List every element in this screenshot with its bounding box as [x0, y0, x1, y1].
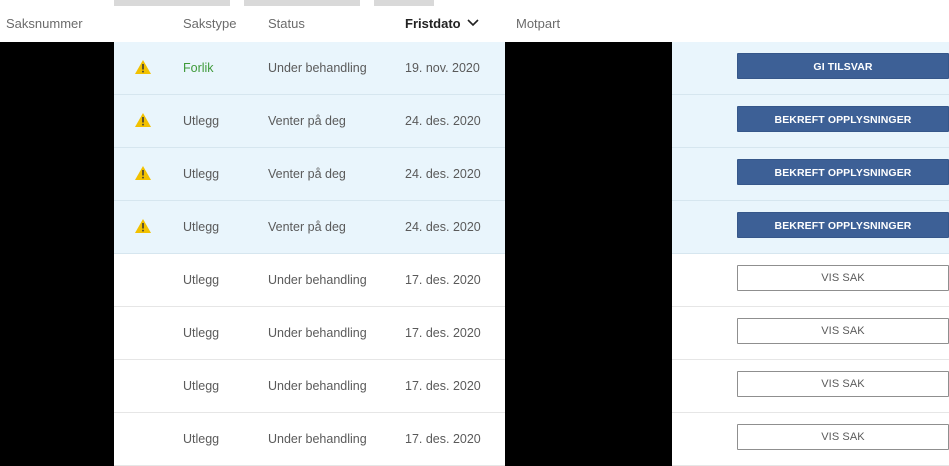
cell-fristdato: 24. des. 2020 — [405, 114, 481, 128]
redacted-motpart — [505, 201, 672, 254]
cell-fristdato: 24. des. 2020 — [405, 220, 481, 234]
cell-sakstype: Utlegg — [183, 432, 220, 446]
cell-fristdato: 17. des. 2020 — [405, 326, 481, 340]
redacted-saksnummer — [0, 148, 114, 201]
vis-sak-button[interactable]: VIS SAK — [737, 265, 949, 291]
redacted-saksnummer — [0, 42, 114, 95]
action-button[interactable]: BEKREFT OPPLYSNINGER — [737, 159, 949, 185]
case-table-body: Forlik Under behandling 19. nov. 2020 GI… — [0, 42, 949, 466]
column-header-fristdato-label: Fristdato — [405, 16, 461, 31]
cell-fristdato: 17. des. 2020 — [405, 432, 481, 446]
vis-sak-button[interactable]: VIS SAK — [737, 424, 949, 450]
vis-sak-button[interactable]: VIS SAK — [737, 371, 949, 397]
table-row[interactable]: Utlegg Under behandling 17. des. 2020 VI… — [0, 360, 949, 413]
cell-status: Under behandling — [268, 273, 367, 287]
cell-status: Under behandling — [268, 61, 367, 75]
action-button[interactable]: GI TILSVAR — [737, 53, 949, 79]
warning-triangle-icon — [135, 113, 151, 127]
cell-fristdato: 19. nov. 2020 — [405, 61, 480, 75]
column-header-sakstype[interactable]: Sakstype — [183, 16, 236, 31]
action-button[interactable]: BEKREFT OPPLYSNINGER — [737, 106, 949, 132]
table-row[interactable]: Utlegg Venter på deg 24. des. 2020 BEKRE… — [0, 148, 949, 201]
cell-fristdato: 17. des. 2020 — [405, 273, 481, 287]
table-row[interactable]: Utlegg Under behandling 17. des. 2020 VI… — [0, 307, 949, 360]
cell-status: Venter på deg — [268, 220, 346, 234]
column-header-saksnummer[interactable]: Saksnummer — [6, 16, 83, 31]
table-row[interactable]: Utlegg Under behandling 17. des. 2020 VI… — [0, 254, 949, 307]
cell-status: Under behandling — [268, 326, 367, 340]
cell-status: Venter på deg — [268, 114, 346, 128]
redacted-motpart — [505, 95, 672, 148]
cell-fristdato: 24. des. 2020 — [405, 167, 481, 181]
cell-fristdato: 17. des. 2020 — [405, 379, 481, 393]
cell-status: Under behandling — [268, 379, 367, 393]
redacted-motpart — [505, 413, 672, 466]
redacted-motpart — [505, 360, 672, 413]
chevron-down-icon — [467, 19, 479, 27]
column-header-fristdato[interactable]: Fristdato — [405, 16, 479, 31]
redacted-motpart — [505, 307, 672, 360]
table-row[interactable]: Forlik Under behandling 19. nov. 2020 GI… — [0, 42, 949, 95]
cell-sakstype: Utlegg — [183, 326, 220, 340]
cell-sakstype: Utlegg — [183, 220, 220, 234]
redacted-motpart — [505, 254, 672, 307]
redacted-saksnummer — [0, 201, 114, 254]
redacted-saksnummer — [0, 254, 114, 307]
redacted-saksnummer — [0, 413, 114, 466]
cell-status: Under behandling — [268, 432, 367, 446]
warning-triangle-icon — [135, 166, 151, 180]
cell-sakstype: Forlik — [183, 61, 214, 75]
table-row[interactable]: Utlegg Venter på deg 24. des. 2020 BEKRE… — [0, 95, 949, 148]
column-header-motpart[interactable]: Motpart — [516, 16, 560, 31]
cell-sakstype: Utlegg — [183, 114, 220, 128]
redacted-saksnummer — [0, 360, 114, 413]
cell-sakstype: Utlegg — [183, 167, 220, 181]
vis-sak-button[interactable]: VIS SAK — [737, 318, 949, 344]
table-row[interactable]: Utlegg Venter på deg 24. des. 2020 BEKRE… — [0, 201, 949, 254]
warning-triangle-icon — [135, 219, 151, 233]
table-header: Saksnummer Sakstype Status Fristdato Mot… — [0, 6, 949, 42]
redacted-motpart — [505, 42, 672, 95]
redacted-motpart — [505, 148, 672, 201]
cell-sakstype: Utlegg — [183, 273, 220, 287]
table-row[interactable]: Utlegg Under behandling 17. des. 2020 VI… — [0, 413, 949, 466]
redacted-saksnummer — [0, 95, 114, 148]
cell-status: Venter på deg — [268, 167, 346, 181]
warning-triangle-icon — [135, 60, 151, 74]
column-header-status[interactable]: Status — [268, 16, 305, 31]
cell-sakstype: Utlegg — [183, 379, 220, 393]
redacted-saksnummer — [0, 307, 114, 360]
action-button[interactable]: BEKREFT OPPLYSNINGER — [737, 212, 949, 238]
